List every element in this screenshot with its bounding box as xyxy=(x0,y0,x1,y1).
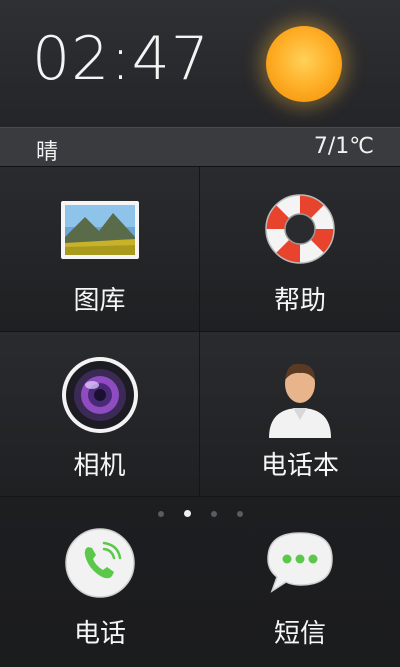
dock-messages[interactable]: 短信 xyxy=(200,517,400,667)
dock-phone[interactable]: 电话 xyxy=(0,517,200,667)
page-dot-active xyxy=(183,510,191,517)
message-icon xyxy=(267,532,333,593)
app-contacts[interactable]: 电话本 xyxy=(200,332,400,497)
dock: 电话 短信 xyxy=(0,517,400,667)
weather-condition: 晴 xyxy=(36,140,59,165)
dock-label: 短信 xyxy=(273,619,326,649)
lifebuoy-icon xyxy=(265,194,335,264)
page-dot xyxy=(210,510,217,517)
app-label: 帮助 xyxy=(273,286,326,316)
contacts-icon xyxy=(269,363,331,438)
page-indicator xyxy=(0,503,400,517)
dock-label: 电话 xyxy=(73,619,126,649)
app-camera[interactable]: 相机 xyxy=(0,332,200,497)
app-label: 相机 xyxy=(73,451,126,481)
weather-bar[interactable]: 晴 7/1℃ xyxy=(0,127,400,167)
clock-time: 02:47 xyxy=(32,24,210,94)
gallery-icon xyxy=(60,201,139,259)
home-screen: 02:47 晴 7/1℃ 图库 帮助 相机 电话本 电话 短信 xyxy=(0,0,400,667)
camera-icon xyxy=(61,357,138,433)
app-label: 电话本 xyxy=(260,451,339,481)
app-label: 图库 xyxy=(73,286,126,316)
app-gallery[interactable]: 图库 xyxy=(0,167,200,332)
clock-weather-widget[interactable]: 02:47 xyxy=(0,0,400,127)
app-help[interactable]: 帮助 xyxy=(200,167,400,332)
app-grid: 图库 帮助 相机 电话本 xyxy=(0,167,400,497)
phone-icon xyxy=(65,528,135,598)
page-dot xyxy=(157,510,164,517)
weather-temperature: 7/1℃ xyxy=(313,134,374,159)
sun-icon xyxy=(266,26,342,102)
page-dot xyxy=(236,510,243,517)
